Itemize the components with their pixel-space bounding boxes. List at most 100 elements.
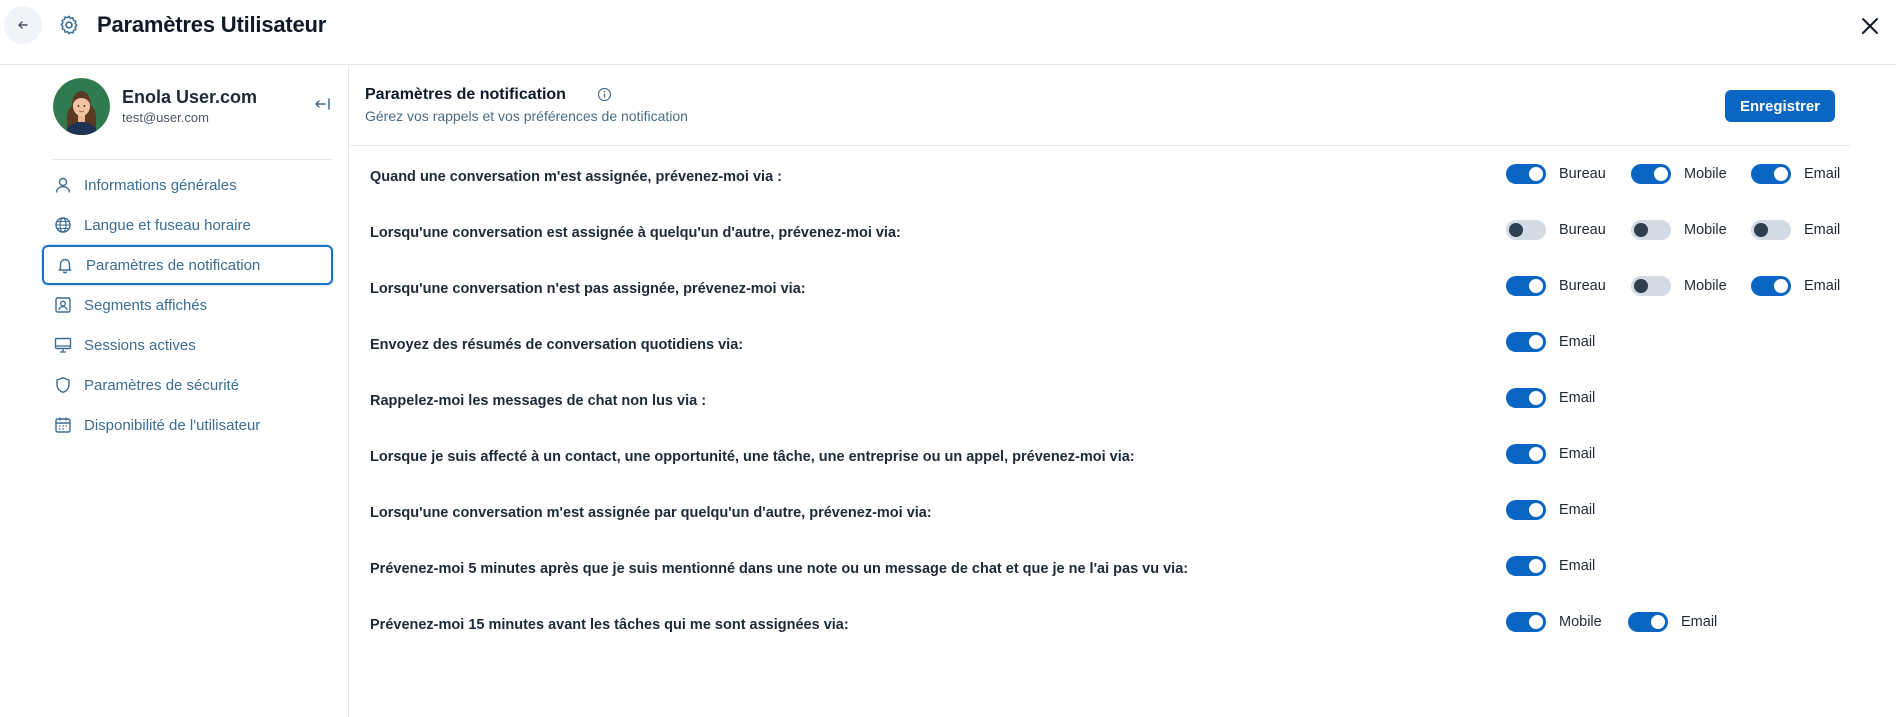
- divider: [350, 145, 1850, 146]
- option-mobile: Mobile: [1631, 220, 1727, 240]
- row-label: Lorsqu'une conversation est assignée à q…: [370, 225, 901, 241]
- option-label: Email: [1681, 614, 1718, 630]
- row-label: Prévenez-moi 5 minutes après que je suis…: [370, 561, 1189, 577]
- contact-card-icon: [55, 297, 71, 313]
- arrow-left-icon: [18, 21, 28, 29]
- option-mobile: Mobile: [1631, 276, 1727, 296]
- option-bureau: Bureau: [1506, 276, 1607, 296]
- notification-row: Rappelez-moi les messages de chat non lu…: [350, 374, 1896, 430]
- bell-icon: [58, 258, 72, 274]
- collapse-sidebar-icon[interactable]: [313, 94, 333, 114]
- option-label: Email: [1559, 502, 1596, 518]
- option-email: Email: [1506, 388, 1595, 408]
- notification-row: Lorsqu'une conversation est assignée à q…: [350, 206, 1896, 262]
- section-title: Paramètres de notification: [365, 86, 566, 103]
- option-label: Bureau: [1559, 166, 1606, 182]
- row-label: Lorsqu'une conversation m'est assignée p…: [370, 505, 932, 521]
- sidebar: Enola User.com test@user.com Information…: [0, 66, 349, 717]
- email-toggle[interactable]: [1751, 220, 1791, 240]
- bureau-toggle[interactable]: [1506, 276, 1546, 296]
- user-profile: Enola User.com test@user.com: [53, 78, 333, 160]
- section-subtitle: Gérez vos rappels et vos préférences de …: [365, 108, 688, 124]
- close-icon[interactable]: [1858, 14, 1882, 38]
- sidebar-item-security[interactable]: Paramètres de sécurité: [42, 365, 333, 405]
- option-bureau: Bureau: [1506, 220, 1607, 240]
- email-toggle[interactable]: [1506, 332, 1546, 352]
- email-toggle[interactable]: [1506, 444, 1546, 464]
- option-label: Bureau: [1559, 222, 1606, 238]
- option-bureau: Bureau: [1506, 164, 1607, 184]
- option-label: Email: [1559, 558, 1596, 574]
- mobile-toggle[interactable]: [1631, 164, 1671, 184]
- option-mobile: Mobile: [1631, 164, 1727, 184]
- notification-row: Envoyez des résumés de conversation quot…: [350, 318, 1896, 374]
- sidebar-item-label: Paramètres de notification: [86, 256, 261, 274]
- top-bar: Paramètres Utilisateur: [0, 0, 1896, 65]
- mobile-toggle[interactable]: [1631, 220, 1671, 240]
- option-email: Email: [1506, 500, 1595, 520]
- page-title: Paramètres Utilisateur: [97, 12, 327, 37]
- row-label: Prévenez-moi 15 minutes avant les tâches…: [370, 617, 849, 633]
- notification-rows: Quand une conversation m'est assignée, p…: [350, 150, 1896, 654]
- mobile-toggle[interactable]: [1631, 276, 1671, 296]
- sidebar-nav: Informations générales Langue et fuseau …: [42, 165, 333, 445]
- save-button[interactable]: Enregistrer: [1725, 90, 1835, 122]
- sidebar-item-label: Paramètres de sécurité: [84, 376, 240, 394]
- notification-settings-panel: Paramètres de notification Gérez vos rap…: [350, 66, 1896, 717]
- option-email: Email: [1751, 164, 1840, 184]
- option-mobile: Mobile: [1506, 612, 1604, 632]
- sidebar-item-segments[interactable]: Segments affichés: [42, 285, 333, 325]
- notification-row: Lorsqu'une conversation m'est assignée p…: [350, 486, 1896, 542]
- option-email: Email: [1506, 444, 1595, 464]
- option-email: Email: [1751, 276, 1840, 296]
- option-email: Email: [1751, 220, 1840, 240]
- option-label: Email: [1804, 278, 1841, 294]
- option-label: Email: [1804, 166, 1841, 182]
- row-label: Lorsque je suis affecté à un contact, un…: [370, 449, 1135, 465]
- option-label: Email: [1559, 446, 1596, 462]
- notification-row: Prévenez-moi 5 minutes après que je suis…: [350, 542, 1896, 598]
- bureau-toggle[interactable]: [1506, 220, 1546, 240]
- email-toggle[interactable]: [1751, 276, 1791, 296]
- notification-row: Lorsque je suis affecté à un contact, un…: [350, 430, 1896, 486]
- calendar-icon: [55, 417, 71, 433]
- option-label: Bureau: [1559, 278, 1606, 294]
- back-button[interactable]: [4, 6, 42, 44]
- sidebar-item-notifications[interactable]: Paramètres de notification: [42, 245, 333, 285]
- sidebar-item-sessions[interactable]: Sessions actives: [42, 325, 333, 365]
- sidebar-item-label: Segments affichés: [84, 296, 208, 314]
- option-label: Email: [1804, 222, 1841, 238]
- user-icon: [55, 177, 71, 193]
- sidebar-item-availability[interactable]: Disponibilité de l'utilisateur: [42, 405, 333, 445]
- sidebar-item-general-info[interactable]: Informations générales: [42, 165, 333, 205]
- sidebar-item-label: Sessions actives: [84, 336, 196, 354]
- option-label: Mobile: [1684, 278, 1727, 294]
- info-icon[interactable]: [597, 87, 612, 102]
- notification-row: Lorsqu'une conversation n'est pas assign…: [350, 262, 1896, 318]
- sidebar-item-label: Disponibilité de l'utilisateur: [84, 416, 261, 434]
- option-email: Email: [1506, 332, 1595, 352]
- option-label: Mobile: [1684, 222, 1727, 238]
- mobile-toggle[interactable]: [1506, 612, 1546, 632]
- gear-icon: [60, 15, 78, 35]
- sidebar-item-language-timezone[interactable]: Langue et fuseau horaire: [42, 205, 333, 245]
- globe-icon: [55, 217, 71, 233]
- avatar: [53, 78, 110, 135]
- sidebar-item-label: Informations générales: [84, 176, 237, 194]
- notification-row: Prévenez-moi 15 minutes avant les tâches…: [350, 598, 1896, 654]
- email-toggle[interactable]: [1628, 612, 1668, 632]
- email-toggle[interactable]: [1506, 500, 1546, 520]
- email-toggle[interactable]: [1751, 164, 1791, 184]
- notification-row: Quand une conversation m'est assignée, p…: [350, 150, 1896, 206]
- option-label: Email: [1559, 334, 1596, 350]
- option-email: Email: [1506, 556, 1595, 576]
- row-label: Envoyez des résumés de conversation quot…: [370, 337, 744, 353]
- sidebar-item-label: Langue et fuseau horaire: [84, 216, 251, 234]
- user-email: test@user.com: [122, 110, 209, 125]
- option-label: Mobile: [1559, 614, 1602, 630]
- bureau-toggle[interactable]: [1506, 164, 1546, 184]
- user-name: Enola User.com: [122, 87, 258, 107]
- email-toggle[interactable]: [1506, 556, 1546, 576]
- option-label: Email: [1559, 390, 1596, 406]
- email-toggle[interactable]: [1506, 388, 1546, 408]
